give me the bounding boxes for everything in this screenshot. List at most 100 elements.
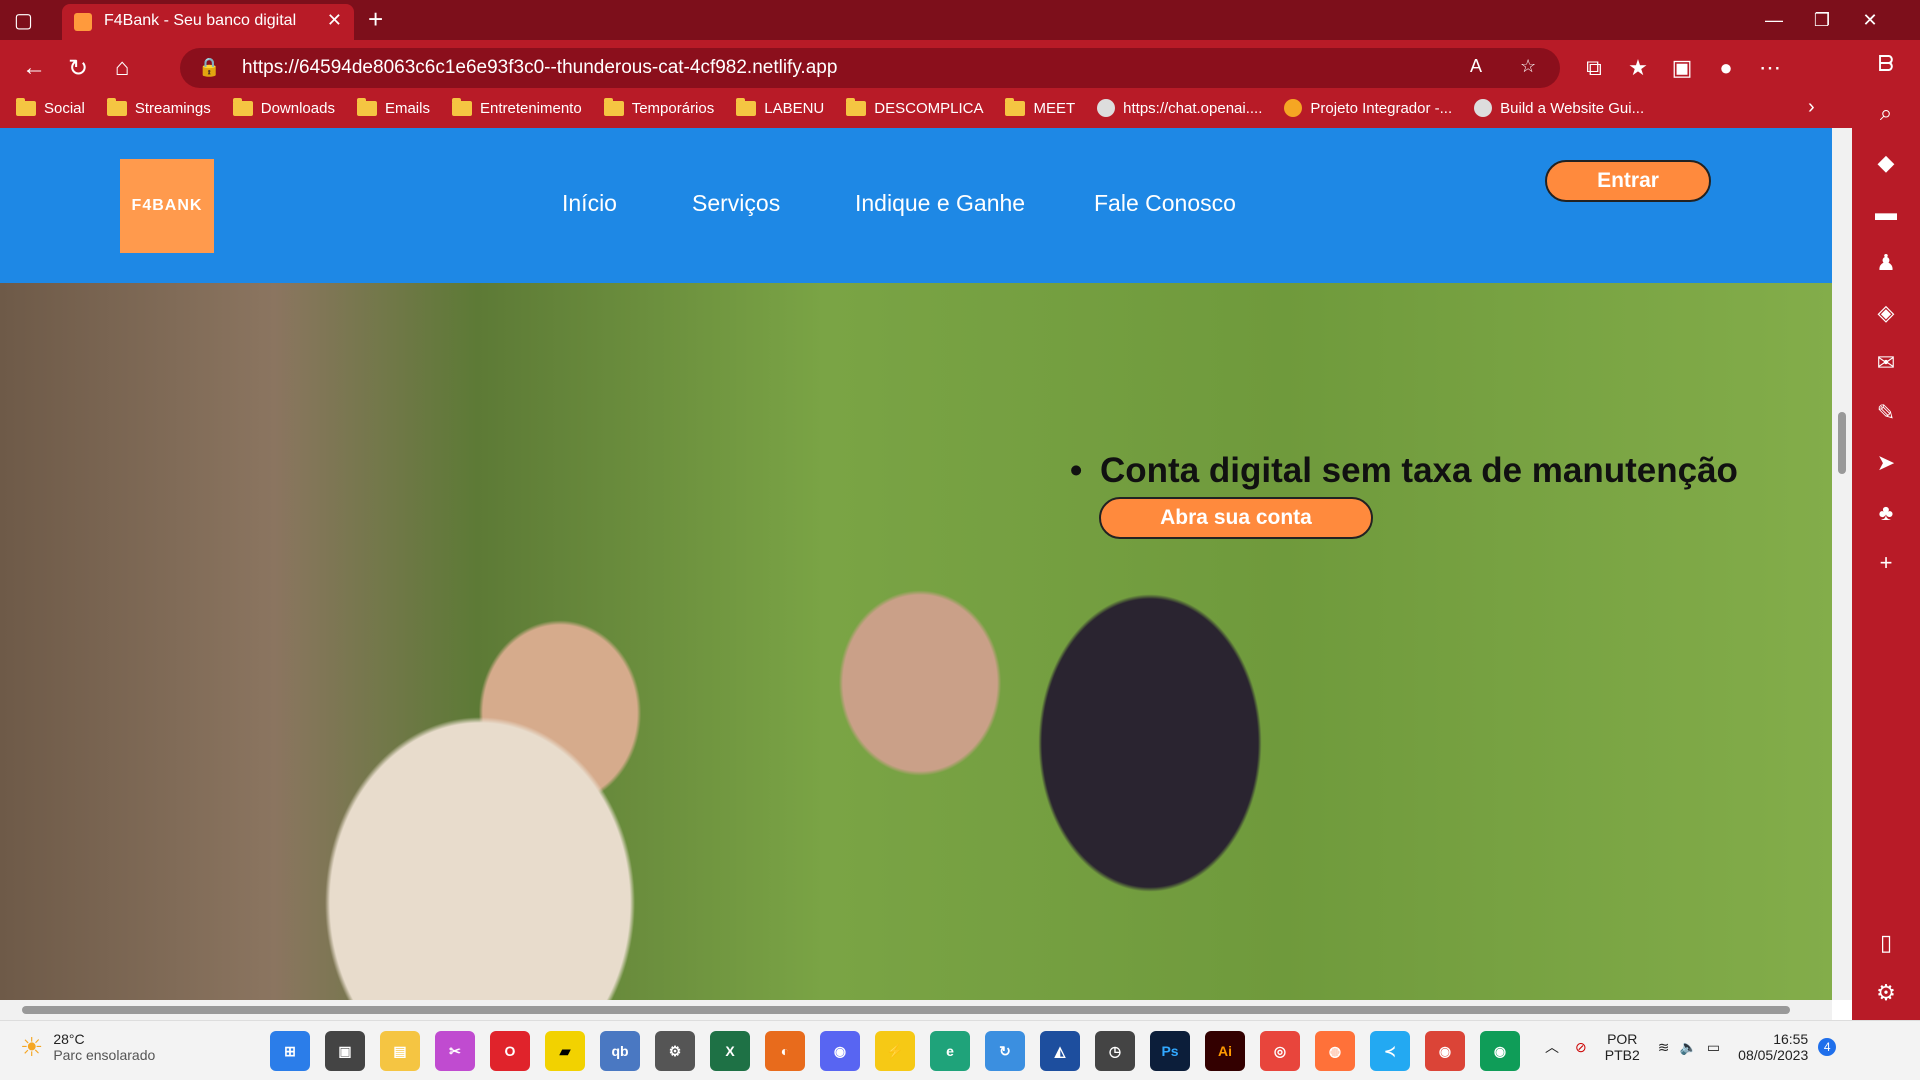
snipping-tool-icon[interactable]: ✂ xyxy=(435,1031,475,1071)
refresh-icon[interactable]: ↻ xyxy=(56,46,100,90)
chrome-icon[interactable]: ◉ xyxy=(1480,1031,1520,1071)
qbittorrent-icon[interactable]: qb xyxy=(600,1031,640,1071)
designer-icon[interactable]: ✎ xyxy=(1852,388,1920,438)
favorites-icon[interactable]: ★ xyxy=(1616,46,1660,90)
edge-icon[interactable]: e xyxy=(930,1031,970,1071)
firefox-icon[interactable]: ◍ xyxy=(1315,1031,1355,1071)
nav-indique-e-ganhe[interactable]: Indique e Ganhe xyxy=(855,190,1025,217)
discord-icon[interactable]: ◉ xyxy=(820,1031,860,1071)
azure-data-studio-icon[interactable]: ◭ xyxy=(1040,1031,1080,1071)
bookmark-folder[interactable]: DESCOMPLICA xyxy=(846,97,983,117)
open-account-button[interactable]: Abra sua conta xyxy=(1099,497,1373,539)
nav-inicio[interactable]: Início xyxy=(562,190,617,217)
folder-icon xyxy=(16,97,36,116)
tools-icon[interactable]: ▬ xyxy=(1852,188,1920,238)
add-favorite-icon[interactable]: ☆ xyxy=(1520,56,1536,77)
search-icon[interactable]: ⌕ xyxy=(1852,88,1920,138)
bookmark-folder[interactable]: Temporários xyxy=(603,97,714,117)
clock[interactable]: 16:55 08/05/2023 xyxy=(1738,1031,1808,1063)
folder-icon xyxy=(451,97,472,116)
file-explorer-icon[interactable]: ▤ xyxy=(380,1031,420,1071)
more-icon[interactable]: ⋯ xyxy=(1748,46,1792,90)
back-icon[interactable]: ← xyxy=(12,46,56,90)
language-indicator[interactable]: POR PTB2 xyxy=(1605,1031,1640,1063)
bookmark-folder[interactable]: MEET xyxy=(1005,97,1075,117)
login-button[interactable]: Entrar xyxy=(1545,160,1711,202)
site-header: F4BANK Início Serviços Indique e Ganhe F… xyxy=(0,128,1832,283)
extensions-icon[interactable]: ⧉ xyxy=(1572,46,1616,90)
close-window-icon[interactable]: ✕ xyxy=(1846,0,1894,40)
start-icon[interactable]: ⊞ xyxy=(270,1031,310,1071)
nav-fale-conosco[interactable]: Fale Conosco xyxy=(1094,190,1236,217)
bookmark-link[interactable]: Build a Website Gui... xyxy=(1474,99,1644,117)
f4bank-logo[interactable]: F4BANK xyxy=(120,159,214,253)
hero-headline-text: Conta digital sem taxa de manutenção xyxy=(1100,451,1738,490)
folder-icon xyxy=(603,97,624,116)
bookmark-folder[interactable]: Streamings xyxy=(106,97,211,117)
weather-icon: ☀ xyxy=(20,1031,44,1062)
chatgpt-icon xyxy=(1474,99,1493,117)
shopping-icon[interactable]: ◆ xyxy=(1852,138,1920,188)
bookmark-folder[interactable]: Downloads xyxy=(232,97,335,117)
browser-tab-active[interactable]: F4Bank - Seu banco digital ✕ xyxy=(62,4,354,40)
vscode-icon[interactable]: ≺ xyxy=(1370,1031,1410,1071)
show-hidden-icons-icon[interactable]: ︿ xyxy=(1545,1037,1559,1057)
drop-icon[interactable]: ➤ xyxy=(1852,438,1920,488)
chrome-icon[interactable]: ◉ xyxy=(1425,1031,1465,1071)
read-aloud-icon[interactable]: A xyxy=(1470,56,1482,77)
chatgpt-icon xyxy=(1097,99,1116,117)
minimize-icon[interactable]: — xyxy=(1750,0,1798,40)
sticky-notes-icon[interactable]: ▰ xyxy=(545,1031,585,1071)
bookmark-folder[interactable]: Social xyxy=(16,97,85,117)
notification-badge[interactable]: 4 xyxy=(1818,1038,1837,1056)
bookmark-link[interactable]: Projeto Integrador -... xyxy=(1284,99,1452,117)
language-code: POR xyxy=(1607,1031,1638,1047)
new-tab-icon[interactable]: + xyxy=(368,4,383,35)
volume-icon[interactable]: 🔈 xyxy=(1679,1039,1696,1056)
battery-icon[interactable]: ▭ xyxy=(1707,1039,1720,1056)
address-bar[interactable]: 🔒 https://64594de8063c6c1e6e93f3c0--thun… xyxy=(180,48,1560,88)
keyboard-layout: PTB2 xyxy=(1604,1047,1640,1063)
weather-condition: Parc ensolarado xyxy=(53,1047,156,1063)
network-warning-icon[interactable]: ⊘ xyxy=(1575,1039,1587,1056)
weather-widget[interactable]: ☀ 28°C Parc ensolarado xyxy=(20,1031,155,1063)
bookmark-folder[interactable]: Entretenimento xyxy=(451,97,582,117)
vertical-scrollbar[interactable] xyxy=(1832,128,1852,1000)
task-view-icon[interactable]: ▣ xyxy=(325,1031,365,1071)
close-tab-icon[interactable]: ✕ xyxy=(327,10,342,31)
restore-icon[interactable]: ❐ xyxy=(1798,0,1846,40)
media-app-icon[interactable]: ◎ xyxy=(1260,1031,1300,1071)
opera-icon[interactable]: O xyxy=(490,1031,530,1071)
add-icon[interactable]: + xyxy=(1852,538,1920,588)
home-icon[interactable]: ⌂ xyxy=(100,46,144,90)
folder-icon xyxy=(846,97,867,116)
paint-icon[interactable]: ◐ xyxy=(765,1031,805,1071)
collections-icon[interactable]: ▣ xyxy=(1660,46,1704,90)
bookmark-link[interactable]: https://chat.openai.... xyxy=(1097,99,1262,117)
clock-app-icon[interactable]: ◷ xyxy=(1095,1031,1135,1071)
photoshop-icon[interactable]: Ps xyxy=(1150,1031,1190,1071)
lock-icon: 🔒 xyxy=(198,57,221,77)
wifi-icon[interactable]: ≋ xyxy=(1658,1039,1670,1056)
bookmark-folder[interactable]: LABENU xyxy=(736,97,824,117)
sidebar-toggle-icon[interactable]: ▯ xyxy=(1852,918,1920,968)
settings-app-icon[interactable]: ⚙ xyxy=(655,1031,695,1071)
vertical-scroll-thumb[interactable] xyxy=(1838,412,1846,474)
settings-icon[interactable]: ⚙ xyxy=(1852,968,1920,1018)
bing-icon[interactable]: ᗷ xyxy=(1852,40,1920,88)
horizontal-scroll-thumb[interactable] xyxy=(22,1006,1790,1014)
bookmark-folder[interactable]: Emails xyxy=(356,97,430,117)
bookmarks-more-icon[interactable]: › xyxy=(1808,96,1815,119)
games-icon[interactable]: ♟ xyxy=(1852,238,1920,288)
folder-icon xyxy=(106,97,127,116)
office-icon[interactable]: ◈ xyxy=(1852,288,1920,338)
excel-icon[interactable]: X xyxy=(710,1031,750,1071)
outlook-icon[interactable]: ✉ xyxy=(1852,338,1920,388)
sync-app-icon[interactable]: ↻ xyxy=(985,1031,1025,1071)
illustrator-icon[interactable]: Ai xyxy=(1205,1031,1245,1071)
nav-servicos[interactable]: Serviços xyxy=(692,190,780,217)
lightning-app-icon[interactable]: ⚡ xyxy=(875,1031,915,1071)
tree-icon[interactable]: ♣ xyxy=(1852,488,1920,538)
tab-actions-icon[interactable]: ▢ xyxy=(14,8,33,33)
profile-avatar[interactable]: ● xyxy=(1704,46,1748,90)
